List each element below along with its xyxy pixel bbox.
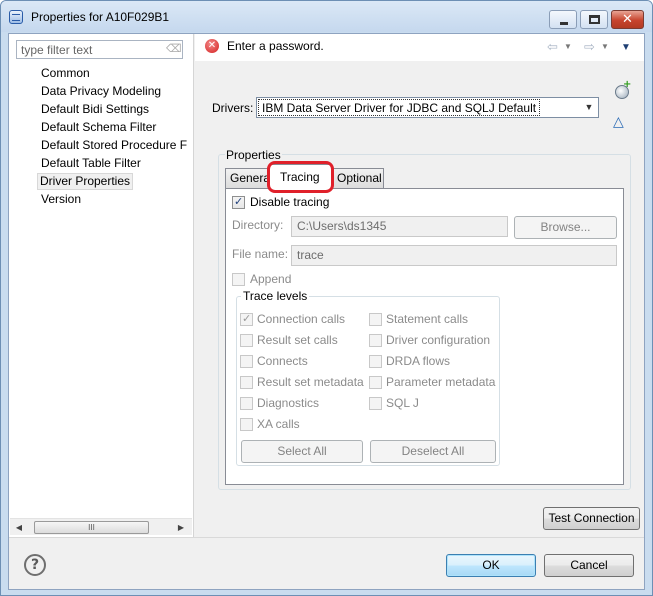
scroll-right-icon[interactable]: ▶: [174, 521, 188, 534]
scrollbar-thumb[interactable]: III: [34, 521, 149, 534]
disable-tracing-label: Disable tracing: [250, 195, 330, 209]
connects-label: Connects: [257, 354, 308, 368]
maximize-button[interactable]: [580, 10, 608, 29]
back-arrow-icon[interactable]: ⇦: [547, 40, 558, 55]
window-app-icon: [9, 10, 23, 24]
maximize-icon: [589, 15, 600, 24]
horizontal-scrollbar[interactable]: ◀ III ▶: [10, 518, 192, 535]
scroll-left-icon[interactable]: ◀: [12, 521, 26, 534]
driver-configuration-label: Driver configuration: [386, 333, 491, 347]
edit-driver-definition-icon[interactable]: △: [613, 114, 624, 130]
tab-optional[interactable]: Optional: [332, 168, 384, 188]
minimize-icon: [560, 22, 568, 25]
result-set-metadata-label: Result set metadata: [257, 375, 364, 389]
property-page-tree-pane: ⌫ Common Data Privacy Modeling Default B…: [9, 34, 194, 537]
new-driver-definition-icon[interactable]: [615, 79, 631, 99]
driver-properties-page: ✕ Enter a password. ⇦ ▼ ⇨ ▼ ▼ Drivers: I…: [195, 34, 644, 537]
tree-item-driver-properties[interactable]: Driver Properties: [37, 173, 134, 190]
close-button[interactable]: ✕: [611, 10, 644, 29]
parameter-metadata-label: Parameter metadata: [386, 375, 496, 389]
error-message: Enter a password.: [227, 39, 324, 53]
dialog-client-area: ⌫ Common Data Privacy Modeling Default B…: [8, 33, 645, 590]
sqlj-label: SQL J: [386, 396, 419, 410]
close-icon: ✕: [622, 12, 633, 27]
directory-label: Directory:: [232, 218, 284, 232]
deselect-all-button[interactable]: Deselect All: [370, 440, 496, 463]
driver-configuration-checkbox[interactable]: [369, 334, 382, 347]
tree-item-default-schema-filter[interactable]: Default Schema Filter: [39, 119, 158, 136]
filter-input[interactable]: [17, 41, 157, 58]
sqlj-checkbox[interactable]: [369, 397, 382, 410]
result-set-calls-label: Result set calls: [257, 333, 338, 347]
tree-item-default-table-filter[interactable]: Default Table Filter: [39, 155, 143, 172]
statement-calls-label: Statement calls: [386, 312, 469, 326]
drda-flows-checkbox[interactable]: [369, 355, 382, 368]
connects-checkbox[interactable]: [240, 355, 253, 368]
error-icon: ✕: [205, 39, 219, 53]
directory-field[interactable]: C:\Users\ds1345: [291, 216, 508, 237]
append-checkbox[interactable]: [232, 273, 245, 286]
chevron-down-icon[interactable]: ▼: [581, 99, 597, 116]
back-history-dropdown-icon[interactable]: ▼: [564, 42, 572, 51]
file-name-label: File name:: [232, 247, 289, 261]
drda-flows-label: DRDA flows: [386, 354, 451, 368]
result-set-metadata-checkbox[interactable]: [240, 376, 253, 389]
tab-general[interactable]: General: [225, 168, 269, 188]
diagnostics-checkbox[interactable]: [240, 397, 253, 410]
forward-arrow-icon[interactable]: ⇨: [584, 40, 595, 55]
tree-item-default-stored-procedure-filter[interactable]: Default Stored Procedure F: [39, 137, 189, 154]
help-icon[interactable]: ?: [24, 554, 46, 576]
xa-calls-checkbox[interactable]: [240, 418, 253, 431]
properties-group-label: Properties: [225, 148, 282, 162]
xa-calls-label: XA calls: [257, 417, 300, 431]
drivers-label: Drivers:: [212, 101, 254, 115]
result-set-calls-checkbox[interactable]: [240, 334, 253, 347]
disable-tracing-checkbox[interactable]: [232, 195, 245, 209]
tree-item-version[interactable]: Version: [39, 191, 83, 208]
select-all-button[interactable]: Select All: [241, 440, 363, 463]
tree-item-default-bidi-settings[interactable]: Default Bidi Settings: [39, 101, 151, 118]
drivers-dropdown[interactable]: IBM Data Server Driver for JDBC and SQLJ…: [256, 97, 599, 118]
connection-calls-checkbox[interactable]: [240, 312, 253, 326]
statement-calls-checkbox[interactable]: [369, 313, 382, 326]
connection-calls-label: Connection calls: [257, 312, 346, 326]
window-title: Properties for A10F029B1: [31, 10, 170, 24]
ok-button[interactable]: OK: [446, 554, 536, 577]
forward-history-dropdown-icon[interactable]: ▼: [601, 42, 609, 51]
dialog-button-bar: ? OK Cancel: [9, 537, 644, 589]
tree-item-common[interactable]: Common: [39, 65, 92, 82]
message-area: ✕ Enter a password. ⇦ ▼ ⇨ ▼ ▼: [195, 34, 644, 61]
browse-button[interactable]: Browse...: [514, 216, 617, 239]
tree-item-data-privacy-modeling[interactable]: Data Privacy Modeling: [39, 83, 163, 100]
minimize-button[interactable]: [549, 10, 577, 29]
trace-levels-label: Trace levels: [241, 289, 310, 303]
tracing-tab-panel: Disable tracing Directory: C:\Users\ds13…: [225, 188, 624, 485]
view-menu-icon[interactable]: ▼: [621, 42, 631, 53]
parameter-metadata-checkbox[interactable]: [369, 376, 382, 389]
clear-filter-icon[interactable]: ⌫: [166, 43, 182, 56]
drivers-selected-value: IBM Data Server Driver for JDBC and SQLJ…: [258, 99, 541, 116]
title-bar[interactable]: Properties for A10F029B1 ✕: [1, 1, 652, 32]
test-connection-button[interactable]: Test Connection: [543, 507, 640, 530]
filter-box: ⌫: [16, 40, 183, 59]
file-name-field[interactable]: trace: [291, 245, 617, 266]
append-label: Append: [250, 272, 292, 286]
properties-dialog: Properties for A10F029B1 ✕ ⌫ Common Data…: [0, 0, 653, 596]
tracing-tab-highlight: [267, 161, 334, 193]
cancel-button[interactable]: Cancel: [544, 554, 634, 577]
diagnostics-label: Diagnostics: [257, 396, 320, 410]
